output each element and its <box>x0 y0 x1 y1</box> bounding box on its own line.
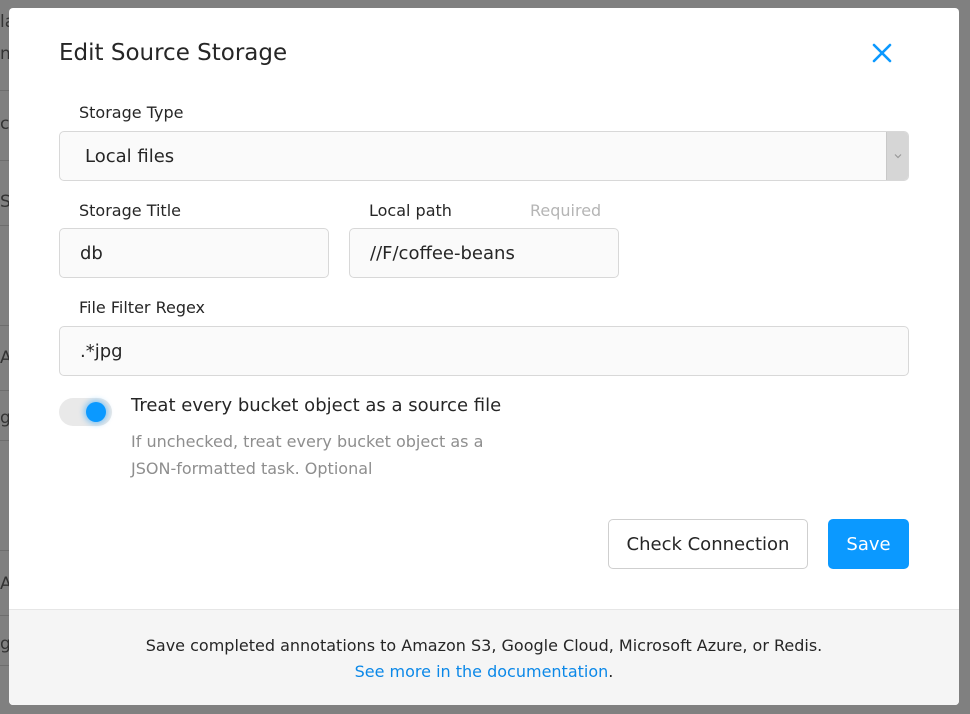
background-text-fragment: c <box>0 114 10 134</box>
storage-type-select[interactable]: Local files <box>59 131 909 181</box>
file-filter-regex-input[interactable]: .*jpg <box>59 326 909 376</box>
storage-title-input[interactable]: db <box>59 228 329 278</box>
local-path-input[interactable]: //F/coffee-beans <box>349 228 619 278</box>
storage-title-value: db <box>80 242 103 264</box>
modal-footer: Save completed annotations to Amazon S3,… <box>9 609 959 705</box>
toggle-knob <box>86 402 106 422</box>
treat-as-source-toggle[interactable] <box>59 398 112 426</box>
footer-link-row: See more in the documentation. <box>9 662 959 681</box>
storage-type-value: Local files <box>85 145 175 167</box>
edit-source-storage-modal: Edit Source Storage Storage Type Local f… <box>9 8 959 705</box>
local-path-value: //F/coffee-beans <box>370 242 515 264</box>
storage-type-label: Storage Type <box>79 103 184 122</box>
footer-link-suffix: . <box>608 662 614 681</box>
chevron-down-icon[interactable] <box>886 132 908 180</box>
treat-as-source-label: Treat every bucket object as a source fi… <box>131 395 502 416</box>
local-path-required-hint: Required <box>530 201 602 220</box>
file-filter-regex-label: File Filter Regex <box>79 298 205 317</box>
footer-text: Save completed annotations to Amazon S3,… <box>145 636 823 655</box>
documentation-link[interactable]: See more in the documentation <box>355 662 609 681</box>
local-path-label: Local path <box>369 201 452 220</box>
save-button[interactable]: Save <box>828 519 909 569</box>
storage-title-label: Storage Title <box>79 201 181 220</box>
close-icon[interactable] <box>867 38 897 68</box>
check-connection-button[interactable]: Check Connection <box>608 519 808 569</box>
file-filter-regex-value: .*jpg <box>80 340 123 362</box>
treat-as-source-description: If unchecked, treat every bucket object … <box>131 432 484 478</box>
modal-title: Edit Source Storage <box>59 40 288 66</box>
